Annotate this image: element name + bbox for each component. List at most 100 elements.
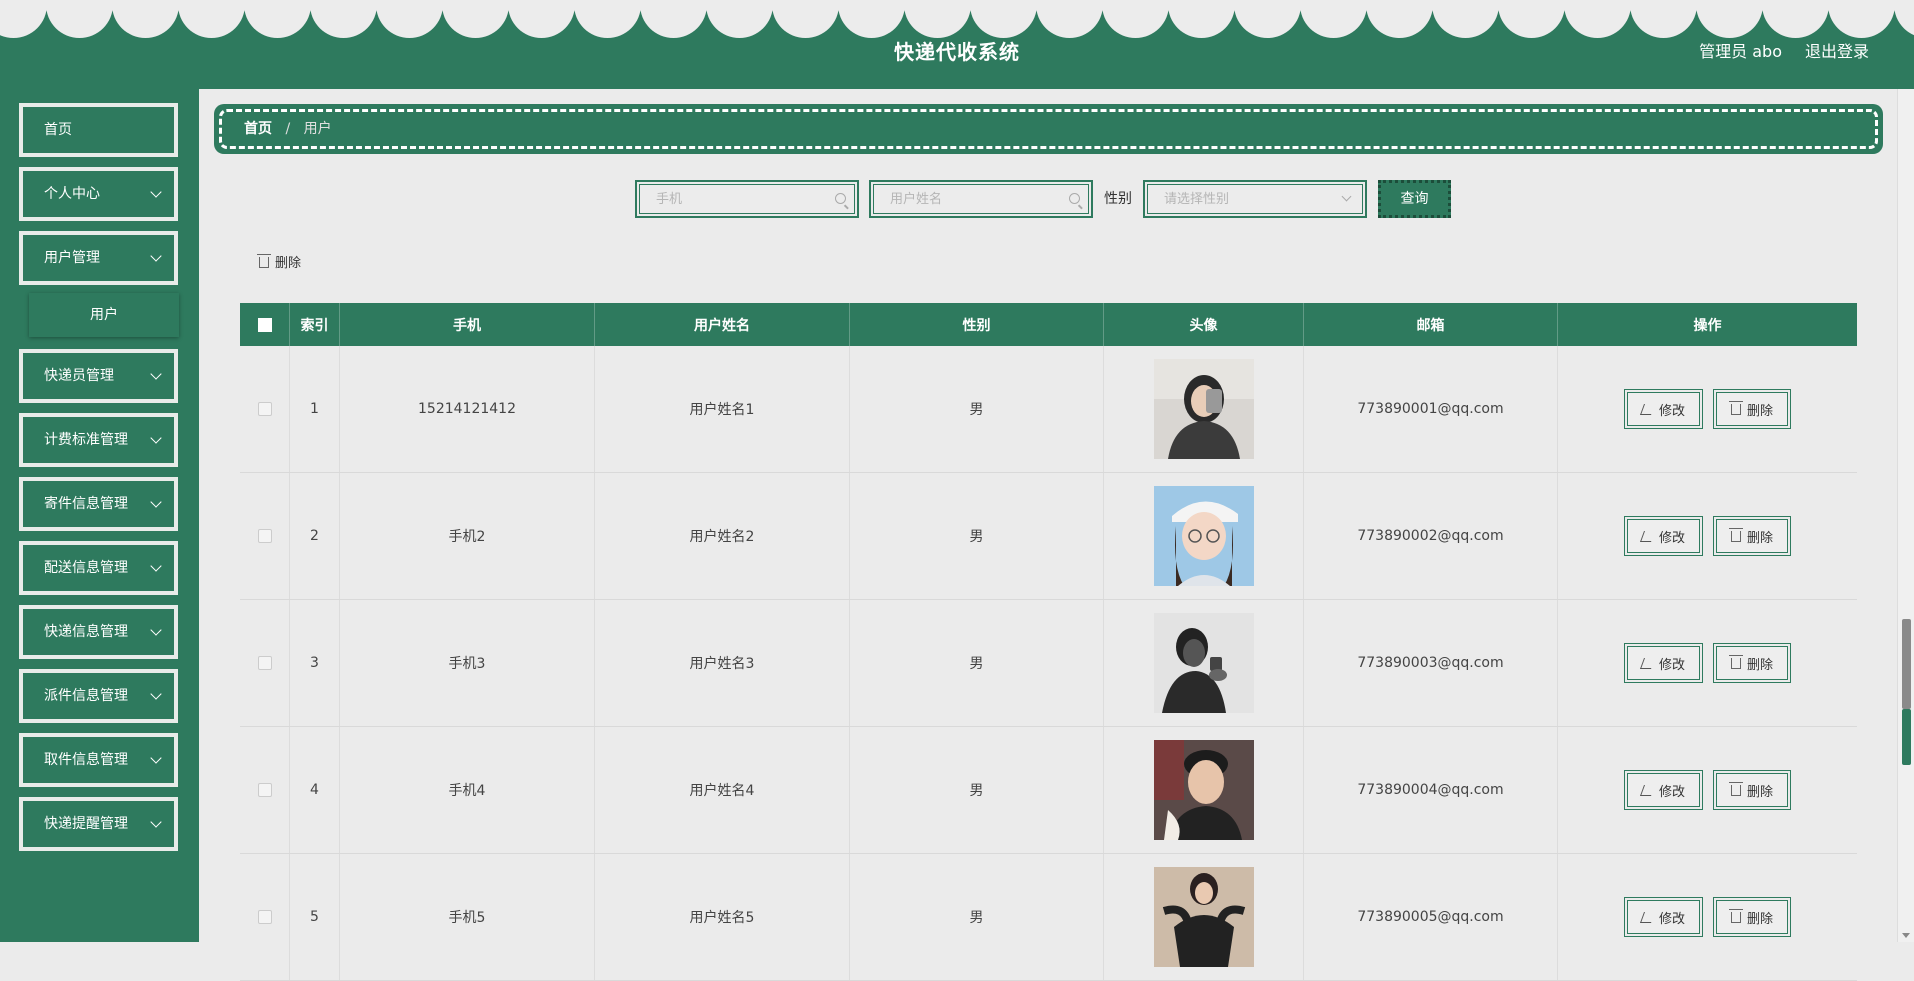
search-icon <box>1069 193 1080 204</box>
scroll-down-arrow-icon[interactable] <box>1902 933 1910 938</box>
chevron-down-icon <box>150 688 162 700</box>
select-all-checkbox[interactable] <box>257 317 272 332</box>
delete-button[interactable]: 删除 <box>1713 389 1792 429</box>
delete-button[interactable]: 删除 <box>1713 516 1792 556</box>
header-scallop-decoration <box>0 0 1914 40</box>
header-email: 邮箱 <box>1304 303 1558 346</box>
cell-gender: 男 <box>850 854 1104 980</box>
app-title: 快递代收系统 <box>894 40 1020 64</box>
breadcrumb-separator: / <box>285 121 291 137</box>
sidebar-item-dispatch-management[interactable]: 派件信息管理 <box>19 669 178 723</box>
cell-index: 3 <box>290 600 340 726</box>
edit-button[interactable]: 修改 <box>1623 897 1703 937</box>
table-row: 2 手机2 用户姓名2 男 773890002@qq.com 修改 删除 <box>240 473 1857 600</box>
phone-search-field[interactable] <box>635 180 859 218</box>
edit-button[interactable]: 修改 <box>1623 770 1703 810</box>
edit-label: 修改 <box>1658 784 1685 800</box>
table-row: 4 手机4 用户姓名4 男 773890004@qq.com 修改 删除 <box>240 727 1857 854</box>
trash-icon <box>1729 781 1743 796</box>
sidebar-item-billing-management[interactable]: 计费标准管理 <box>19 413 178 467</box>
gender-select-input[interactable] <box>1148 185 1362 213</box>
scrollbar-grip[interactable] <box>1902 709 1911 765</box>
table-row: 1 15214121412 用户姓名1 男 773890001@qq.com 修… <box>240 346 1857 473</box>
header-name: 用户姓名 <box>595 303 850 346</box>
header-select-all[interactable] <box>240 303 290 346</box>
page-scrollbar[interactable] <box>1897 89 1914 942</box>
sidebar-item-express-management[interactable]: 快递信息管理 <box>19 605 178 659</box>
chevron-down-icon <box>150 186 162 198</box>
gender-select[interactable] <box>1143 180 1367 218</box>
user-table: 索引 手机 用户姓名 性别 头像 邮箱 操作 1 15214121412 用户姓… <box>240 303 1857 981</box>
delete-button[interactable]: 删除 <box>1713 770 1792 810</box>
phone-search-input[interactable] <box>640 185 854 213</box>
sidebar-item-profile[interactable]: 个人中心 <box>19 167 178 221</box>
batch-delete-button[interactable]: 删除 <box>257 252 302 271</box>
header-phone: 手机 <box>340 303 595 346</box>
sidebar-item-label: 首页 <box>44 122 72 138</box>
row-checkbox[interactable] <box>257 783 272 797</box>
edit-icon <box>1639 657 1655 669</box>
cell-name: 用户姓名1 <box>595 346 850 472</box>
submenu-item-users[interactable]: 用户 <box>29 293 179 337</box>
sidebar-item-courier-management[interactable]: 快递员管理 <box>19 349 178 403</box>
chevron-down-icon <box>150 752 162 764</box>
sidebar-item-label: 用户管理 <box>44 250 100 266</box>
gender-label: 性别 <box>1104 191 1132 207</box>
edit-icon <box>1639 530 1655 542</box>
table-row: 5 手机5 用户姓名5 男 773890005@qq.com 修改 删除 <box>240 854 1857 981</box>
delete-button[interactable]: 删除 <box>1713 643 1792 683</box>
cell-phone: 手机2 <box>340 473 595 599</box>
sidebar-item-home[interactable]: 首页 <box>19 103 178 157</box>
cell-email: 773890001@qq.com <box>1304 346 1558 472</box>
edit-icon <box>1639 403 1655 415</box>
sidebar-item-user-management[interactable]: 用户管理 <box>19 231 178 285</box>
query-button[interactable]: 查询 <box>1378 180 1451 218</box>
current-user: 管理员 abo <box>1699 42 1782 61</box>
delete-label: 删除 <box>1747 530 1774 546</box>
sidebar-item-label: 寄件信息管理 <box>44 496 128 512</box>
row-checkbox[interactable] <box>257 656 272 670</box>
logout-link[interactable]: 退出登录 <box>1805 38 1869 62</box>
cell-name: 用户姓名2 <box>595 473 850 599</box>
delete-button[interactable]: 删除 <box>1713 897 1792 937</box>
edit-button[interactable]: 修改 <box>1623 516 1703 556</box>
table-header: 索引 手机 用户姓名 性别 头像 邮箱 操作 <box>240 303 1857 346</box>
sidebar-item-label: 配送信息管理 <box>44 560 128 576</box>
avatar <box>1153 486 1254 586</box>
cell-phone: 15214121412 <box>340 346 595 472</box>
name-search-input[interactable] <box>874 185 1088 213</box>
chevron-down-icon <box>150 496 162 508</box>
row-checkbox[interactable] <box>257 910 272 924</box>
chevron-down-icon <box>150 624 162 636</box>
sidebar-item-delivery-management[interactable]: 配送信息管理 <box>19 541 178 595</box>
edit-icon <box>1639 911 1655 923</box>
edit-icon <box>1639 784 1655 796</box>
header-actions: 操作 <box>1693 317 1722 334</box>
sidebar-item-pickup-management[interactable]: 取件信息管理 <box>19 733 178 787</box>
name-search-field[interactable] <box>869 180 1093 218</box>
cell-email: 773890004@qq.com <box>1304 727 1558 853</box>
edit-label: 修改 <box>1658 657 1685 673</box>
row-checkbox[interactable] <box>257 402 272 416</box>
cell-name: 用户姓名3 <box>595 600 850 726</box>
delete-label: 删除 <box>1747 657 1774 673</box>
edit-label: 修改 <box>1658 530 1685 546</box>
cell-index: 2 <box>290 473 340 599</box>
edit-button[interactable]: 修改 <box>1623 643 1703 683</box>
avatar <box>1153 359 1254 459</box>
sidebar-item-label: 快递信息管理 <box>44 624 128 640</box>
avatar <box>1153 740 1254 840</box>
batch-delete-label: 删除 <box>275 256 302 271</box>
edit-button[interactable]: 修改 <box>1623 389 1703 429</box>
scrollbar-thumb[interactable] <box>1902 619 1911 709</box>
sidebar-item-reminder-management[interactable]: 快递提醒管理 <box>19 797 178 851</box>
row-checkbox[interactable] <box>257 529 272 543</box>
delete-label: 删除 <box>1747 403 1774 419</box>
cell-name: 用户姓名4 <box>595 727 850 853</box>
sidebar-item-shipping-management[interactable]: 寄件信息管理 <box>19 477 178 531</box>
cell-phone: 手机5 <box>340 854 595 980</box>
edit-label: 修改 <box>1658 403 1685 419</box>
breadcrumb-home[interactable]: 首页 <box>244 121 272 137</box>
trash-icon <box>257 254 271 268</box>
cell-gender: 男 <box>850 473 1104 599</box>
